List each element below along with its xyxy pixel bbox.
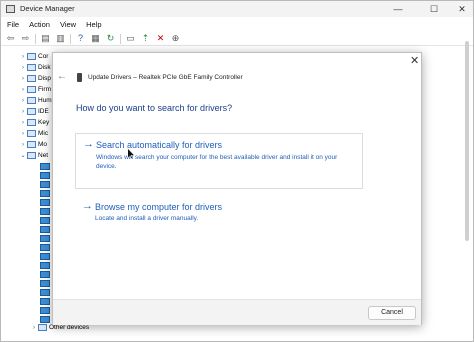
monitor-icon[interactable]: ▭ — [125, 33, 136, 44]
uninstall-icon[interactable]: ✕ — [155, 33, 166, 44]
chevron-right-icon: › — [22, 64, 24, 71]
close-window-button[interactable]: ✕ — [447, 1, 474, 17]
tree-item[interactable]: › Firm — [19, 85, 51, 94]
maximize-button[interactable]: ☐ — [419, 1, 449, 17]
minimize-button[interactable]: — — [383, 1, 413, 17]
chevron-right-icon: › — [22, 86, 24, 93]
toolbar-separator — [120, 33, 121, 44]
menu-view[interactable]: View — [60, 20, 76, 29]
close-dialog-button[interactable]: ✕ — [410, 54, 419, 67]
chevron-right-icon: › — [22, 75, 24, 82]
tree-item[interactable]: › IDE — [19, 107, 49, 116]
window-title: Device Manager — [20, 4, 75, 13]
category-icon — [27, 75, 36, 82]
network-adapter-icon[interactable] — [40, 307, 50, 314]
chevron-right-icon: › — [22, 53, 24, 60]
tree-item[interactable]: › Cor — [19, 52, 48, 61]
menu-action[interactable]: Action — [29, 20, 50, 29]
dialog-header: Update Drivers – Realtek PCIe GbE Family… — [88, 74, 243, 81]
device-icon — [77, 73, 82, 82]
category-icon — [27, 141, 36, 148]
arrow-right-icon: → — [83, 138, 94, 150]
back-arrow-icon[interactable]: ← — [57, 71, 67, 82]
back-arrow-icon[interactable]: ⇦ — [5, 33, 16, 44]
update-drivers-dialog: ← Update Drivers – Realtek PCIe GbE Fami… — [52, 52, 422, 325]
properties-icon[interactable]: ▤ — [40, 33, 51, 44]
tree-item[interactable]: › Disk — [19, 63, 51, 72]
network-adapter-icon[interactable] — [40, 244, 50, 251]
network-adapter-icon[interactable] — [40, 271, 50, 278]
network-adapter-icon[interactable] — [40, 253, 50, 260]
show-hidden-icon[interactable]: ▥ — [55, 33, 66, 44]
category-icon — [27, 86, 36, 93]
network-adapter-icon[interactable] — [40, 217, 50, 224]
dialog-question: How do you want to search for drivers? — [76, 103, 233, 113]
category-icon — [27, 108, 36, 115]
category-icon — [38, 324, 47, 331]
update-driver-icon[interactable]: ↻ — [105, 33, 116, 44]
category-icon — [27, 119, 36, 126]
tree-item-network-adapters[interactable]: ⌄ Net — [19, 151, 48, 160]
menu-help[interactable]: Help — [86, 20, 101, 29]
vertical-scrollbar[interactable] — [465, 41, 469, 241]
driver-details-icon[interactable]: ▦ — [90, 33, 101, 44]
browse-computer-option[interactable]: → Browse my computer for drivers Locate … — [75, 201, 363, 231]
cancel-button[interactable]: Cancel — [368, 306, 416, 320]
tree-item[interactable]: › Hum — [19, 96, 52, 105]
category-icon — [27, 64, 36, 71]
network-adapter-icon[interactable] — [40, 181, 50, 188]
search-automatically-option[interactable]: → Search automatically for drivers Windo… — [75, 133, 363, 189]
tree-item[interactable]: › Key — [19, 118, 49, 127]
menu-bar: File Action View Help — [1, 18, 473, 31]
menu-file[interactable]: File — [7, 20, 19, 29]
title-bar: Device Manager — ☐ ✕ — [1, 1, 473, 17]
network-adapter-icon[interactable] — [40, 163, 50, 170]
tree-item[interactable]: › Mic — [19, 129, 48, 138]
option-title: Browse my computer for drivers — [95, 202, 223, 212]
option-description: Locate and install a driver manually. — [95, 215, 199, 222]
tree-item[interactable]: › Disp — [19, 74, 51, 83]
network-adapter-icon[interactable] — [40, 298, 50, 305]
network-adapter-icon[interactable] — [40, 316, 50, 323]
arrow-right-icon: → — [82, 200, 93, 212]
network-adapter-icon[interactable] — [40, 172, 50, 179]
help-icon[interactable]: ? — [75, 33, 86, 44]
network-adapter-icon[interactable] — [40, 190, 50, 197]
toolbar-separator — [35, 33, 36, 44]
network-adapter-icon[interactable] — [40, 208, 50, 215]
network-adapter-icon[interactable] — [40, 280, 50, 287]
chevron-right-icon: › — [22, 141, 24, 148]
category-icon — [27, 97, 36, 104]
tree-item[interactable]: › Mo — [19, 140, 47, 149]
chevron-right-icon: › — [22, 130, 24, 137]
network-adapter-icon[interactable] — [40, 226, 50, 233]
chevron-right-icon: › — [33, 324, 35, 331]
chevron-right-icon: › — [22, 97, 24, 104]
network-adapter-icon[interactable] — [40, 235, 50, 242]
forward-arrow-icon[interactable]: ⇨ — [20, 33, 31, 44]
chevron-down-icon: ⌄ — [20, 153, 26, 159]
category-icon — [27, 53, 36, 60]
network-adapter-icon[interactable] — [40, 262, 50, 269]
category-icon — [27, 130, 36, 137]
scan-hardware-icon[interactable]: ⊕ — [170, 33, 181, 44]
chevron-right-icon: › — [22, 108, 24, 115]
toolbar-separator — [70, 33, 71, 44]
device-manager-icon — [6, 5, 15, 13]
network-adapter-icon[interactable] — [40, 199, 50, 206]
toolbar: ⇦ ⇨ ▤ ▥ ? ▦ ↻ ▭ ⇡ ✕ ⊕ — [1, 32, 473, 46]
network-adapter-icon[interactable] — [40, 289, 50, 296]
option-description: Windows will search your computer for th… — [96, 154, 338, 170]
network-category-icon — [27, 152, 36, 159]
chevron-right-icon: › — [22, 119, 24, 126]
option-title: Search automatically for drivers — [96, 140, 223, 150]
enable-device-icon[interactable]: ⇡ — [140, 33, 151, 44]
dialog-footer: Cancel — [53, 299, 421, 325]
